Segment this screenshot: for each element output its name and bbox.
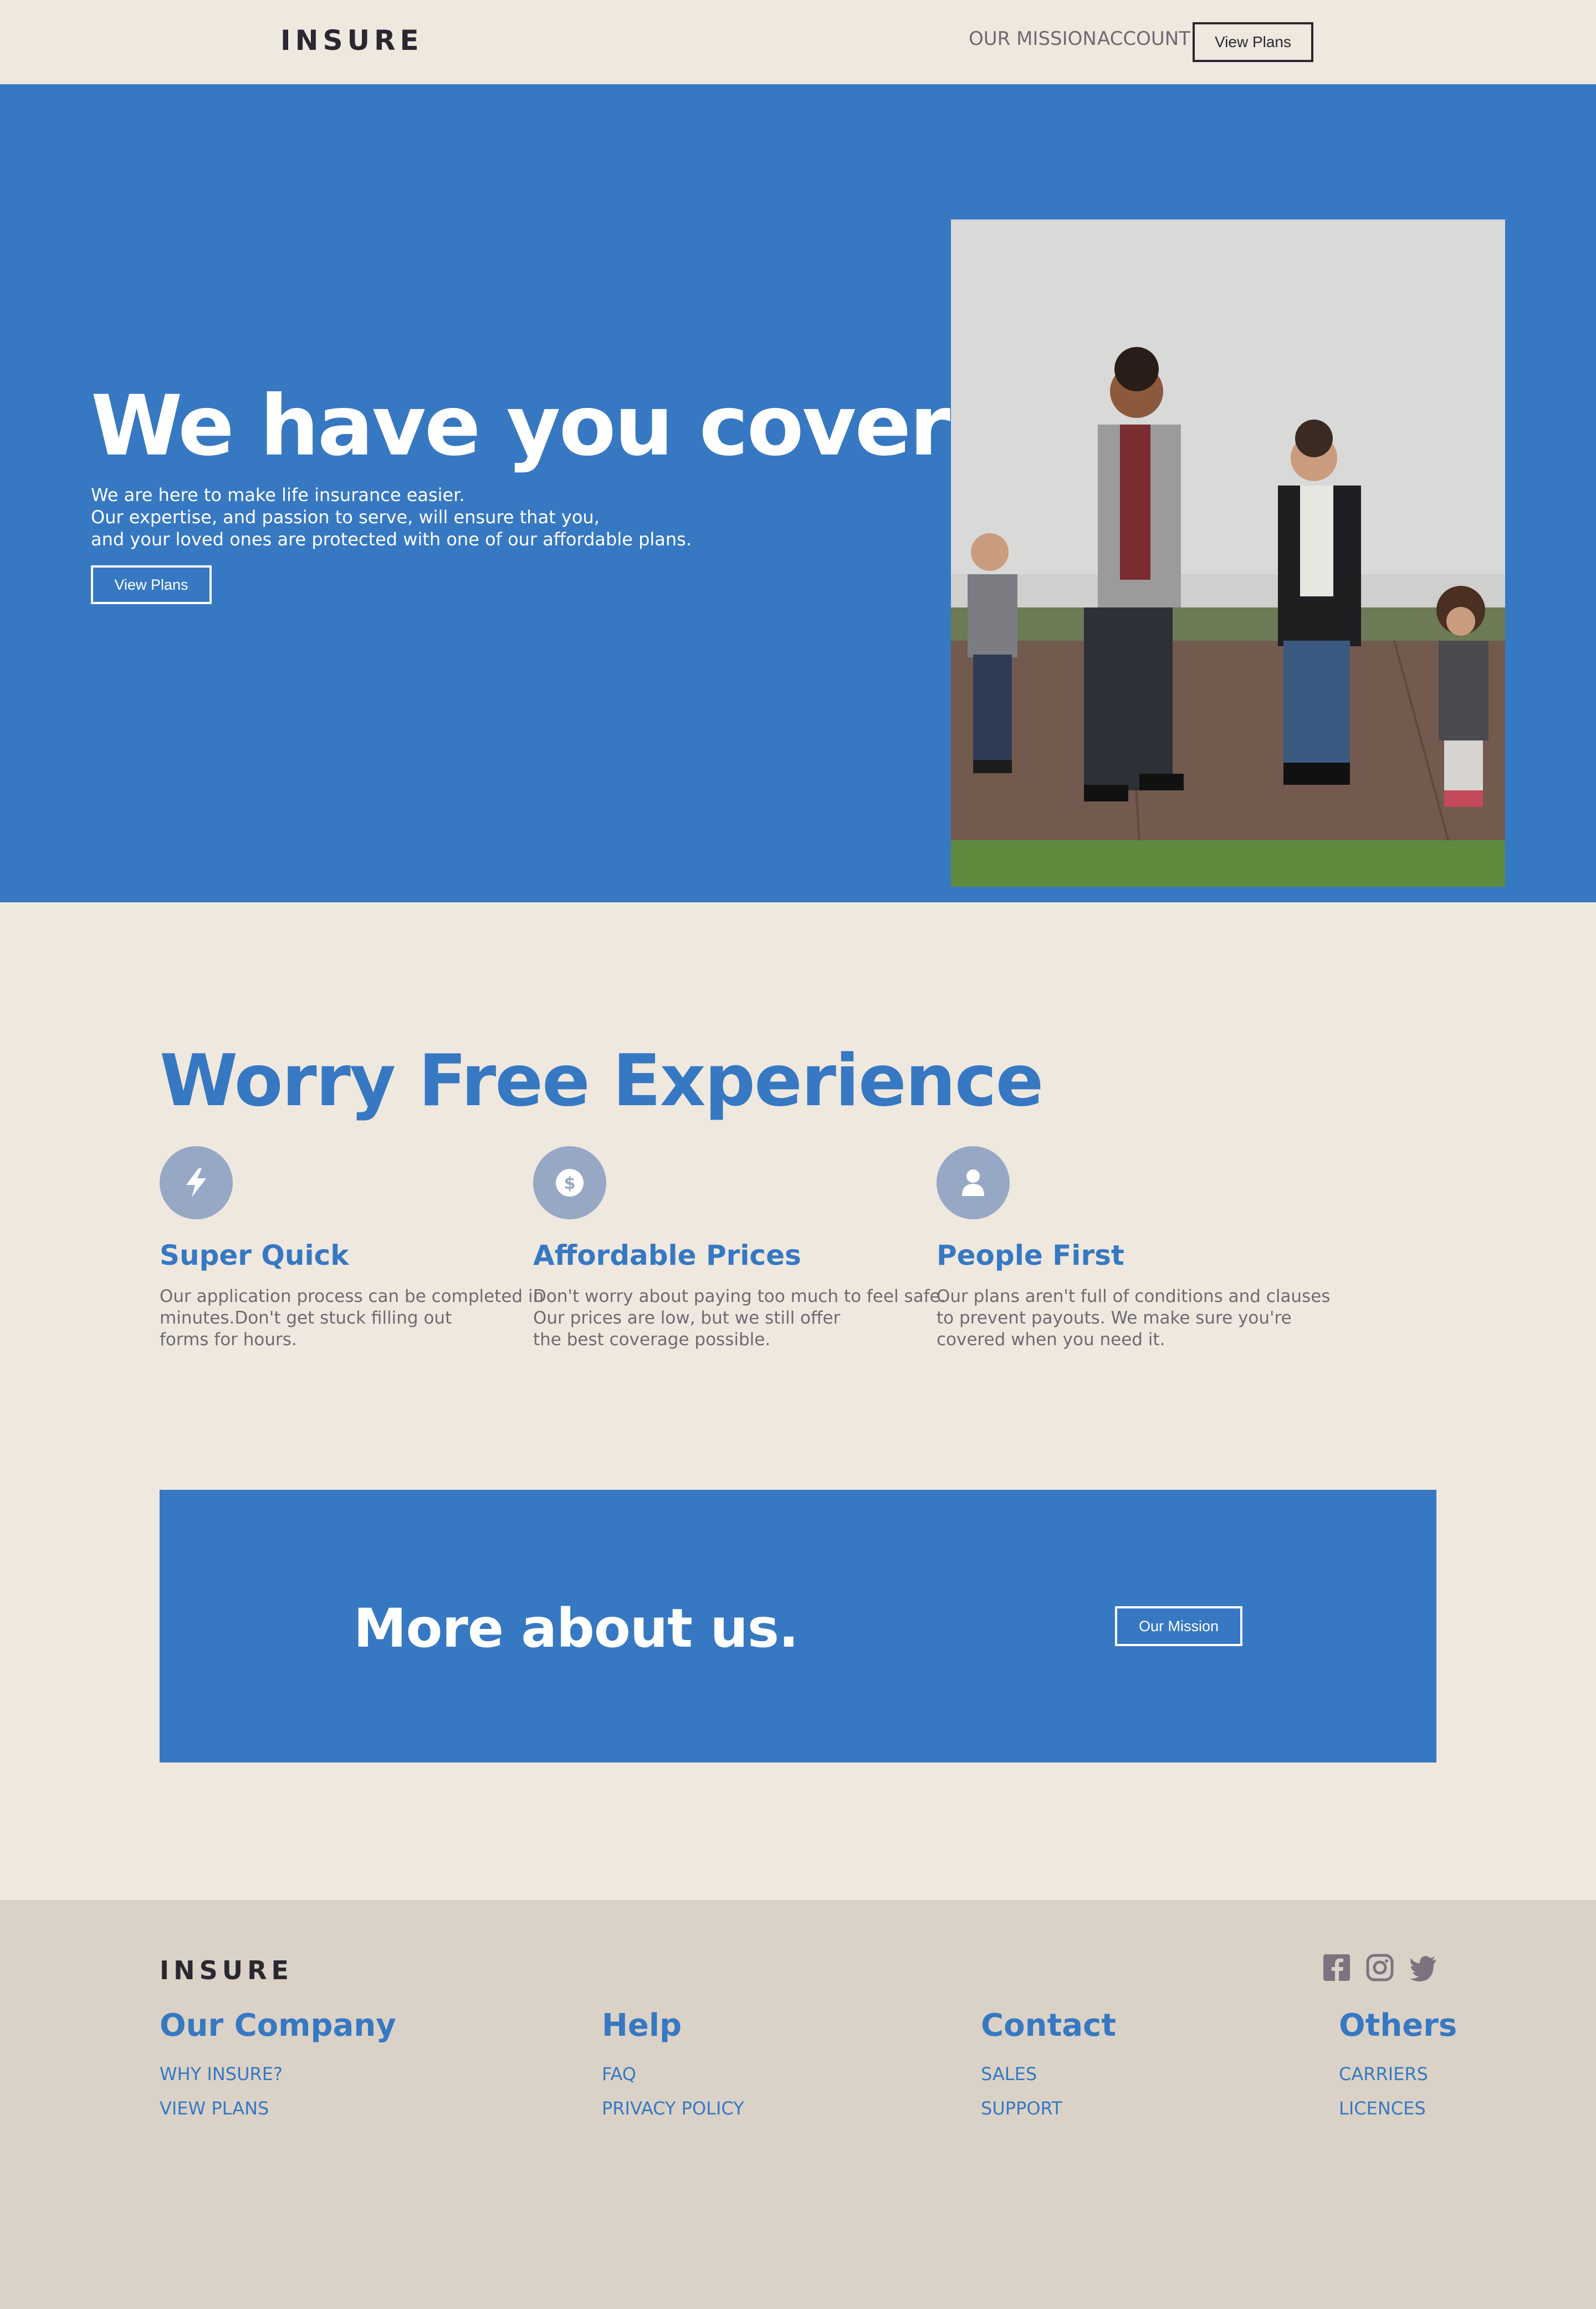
footer-link-licences[interactable]: LICENCES [1339, 2098, 1457, 2119]
cta-title: More about us. [354, 1597, 799, 1659]
footer-column-others: Others CARRIERS LICENCES [1339, 2007, 1457, 2119]
dollar-icon: $ [533, 1146, 606, 1219]
feature-description: Our plans aren't full of conditions and … [937, 1286, 1331, 1350]
facebook-icon[interactable] [1322, 1953, 1351, 1982]
footer-heading: Help [602, 2007, 682, 2044]
svg-text:$: $ [564, 1174, 576, 1193]
feature-title: Super Quick [160, 1239, 349, 1271]
hero-title: We have you covered. [91, 378, 1093, 474]
feature-title: Affordable Prices [533, 1239, 801, 1271]
footer-link-carriers[interactable]: CARRIERS [1339, 2063, 1457, 2085]
footer-link-support[interactable]: SUPPORT [981, 2098, 1116, 2119]
family-photo-illustration [951, 219, 1505, 887]
feature-title: People First [937, 1239, 1124, 1271]
features-title: Worry Free Experience [160, 1040, 1043, 1122]
family-photo [951, 219, 1505, 887]
top-navbar: INSURE OUR MISSION ACCOUNT View Plans [0, 0, 1596, 84]
footer-link-faq[interactable]: FAQ [602, 2063, 744, 2085]
more-about-us-banner: More about us. Our Mission [160, 1490, 1436, 1763]
footer-link-view-plans[interactable]: VIEW PLANS [160, 2098, 396, 2119]
twitter-icon[interactable] [1409, 1953, 1438, 1982]
hero-view-plans-button[interactable]: View Plans [91, 565, 212, 604]
feature-description: Our application process can be completed… [160, 1286, 544, 1350]
footer: INSURE Our Company WHY INSURE? VIEW PLAN… [0, 1900, 1596, 2309]
hero-description-line: We are here to make life insurance easie… [91, 484, 465, 505]
hero-description-line: Our expertise, and passion to serve, wil… [91, 507, 600, 528]
feature-affordable-prices: $ Affordable Prices Don't worry about pa… [533, 1146, 946, 1351]
footer-column-our-company: Our Company WHY INSURE? VIEW PLANS [160, 2007, 396, 2119]
footer-heading: Others [1339, 2007, 1457, 2044]
brand-logo[interactable]: INSURE [280, 24, 423, 57]
nav-link-our-mission[interactable]: OUR MISSION [969, 28, 1097, 50]
view-plans-button[interactable]: View Plans [1193, 22, 1313, 62]
footer-link-privacy-policy[interactable]: PRIVACY POLICY [602, 2098, 744, 2119]
hero-description-line: and your loved ones are protected with o… [91, 529, 692, 550]
footer-heading: Contact [981, 2007, 1116, 2044]
hero-section: We have you covered. We are here to make… [0, 84, 1596, 902]
footer-link-sales[interactable]: SALES [981, 2063, 1116, 2085]
footer-logo[interactable]: INSURE [160, 1955, 293, 1985]
footer-heading: Our Company [160, 2007, 396, 2044]
nav-link-account[interactable]: ACCOUNT [1097, 28, 1190, 50]
feature-description: Don't worry about paying too much to fee… [533, 1286, 946, 1350]
lightning-bolt-icon [160, 1146, 233, 1219]
our-mission-button[interactable]: Our Mission [1115, 1606, 1242, 1646]
feature-super-quick: Super Quick Our application process can … [160, 1146, 548, 1351]
user-icon [937, 1146, 1010, 1219]
footer-column-help: Help FAQ PRIVACY POLICY [602, 2007, 744, 2119]
footer-link-why-insure[interactable]: WHY INSURE? [160, 2063, 396, 2085]
instagram-icon[interactable] [1365, 1953, 1394, 1982]
feature-people-first: People First Our plans aren't full of co… [937, 1146, 1331, 1351]
footer-column-contact: Contact SALES SUPPORT [981, 2007, 1116, 2119]
